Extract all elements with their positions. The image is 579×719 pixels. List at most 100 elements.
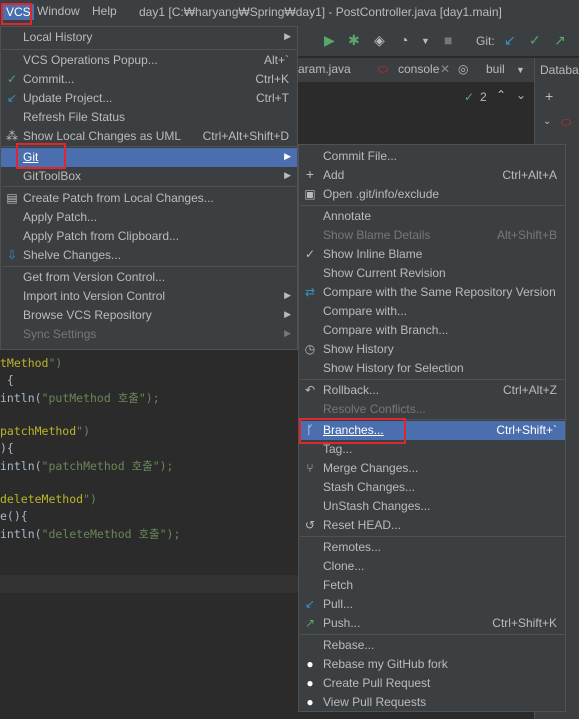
menu-item-shortcut: Ctrl+Shift+` bbox=[496, 423, 557, 437]
menu-separator bbox=[300, 536, 566, 537]
plus-icon: + bbox=[305, 166, 315, 182]
git-update-icon[interactable]: ↙ bbox=[504, 32, 516, 49]
next-highlight-icon[interactable]: ⌄ bbox=[516, 88, 526, 102]
menu-item-label: Browse VCS Repository bbox=[23, 308, 152, 322]
tab-build[interactable]: buil bbox=[486, 62, 505, 76]
menu-item-merge-changes[interactable]: ⑂ Merge Changes... bbox=[299, 459, 565, 478]
close-icon[interactable]: ✕ bbox=[440, 62, 450, 76]
menu-item-show-history-selection[interactable]: Show History for Selection bbox=[299, 359, 565, 378]
code-token: ") bbox=[76, 424, 91, 438]
patch-icon: ▤ bbox=[6, 191, 18, 205]
menu-item-show-current-revision[interactable]: Show Current Revision bbox=[299, 264, 565, 283]
menu-item-push[interactable]: ↗ Push... Ctrl+Shift+K bbox=[299, 614, 565, 633]
window-title: day1 [C:₩haryang₩Spring₩day1] - PostCont… bbox=[139, 5, 502, 19]
menu-separator bbox=[300, 634, 566, 635]
menu-item-import-into-vcs[interactable]: Import into Version Control ▶ bbox=[1, 287, 297, 306]
menu-item-create-pull-request[interactable]: ● Create Pull Request bbox=[299, 674, 565, 693]
submenu-arrow-icon: ▶ bbox=[284, 31, 291, 41]
menu-item-show-history[interactable]: ◷ Show History bbox=[299, 340, 565, 359]
console-tab-icon: ⬭ bbox=[378, 62, 389, 76]
database-panel-title[interactable]: Databa bbox=[540, 63, 579, 77]
menu-item-refresh-file-status[interactable]: Refresh File Status bbox=[1, 108, 297, 127]
menu-item-update-project[interactable]: ↙ Update Project... Ctrl+T bbox=[1, 89, 297, 108]
menu-item-show-inline-blame[interactable]: ✓ Show Inline Blame bbox=[299, 245, 565, 264]
menu-item-compare-with[interactable]: Compare with... bbox=[299, 302, 565, 321]
coverage-icon[interactable]: ◈ bbox=[374, 32, 385, 49]
toolbar: ▶ ✱ ◈ ◔ ▼ ■ Git: ↙ ✓ ↗ bbox=[298, 26, 579, 57]
editor-tabs: aram.java ⬭ console ✕ ◎ buil ▼ bbox=[298, 58, 534, 83]
expand-icon[interactable]: ⌄ bbox=[543, 116, 551, 127]
menu-item-label: Sync Settings bbox=[23, 327, 97, 341]
menu-item-unstash-changes[interactable]: UnStash Changes... bbox=[299, 497, 565, 516]
menu-item-shortcut: Ctrl+Alt+Shift+D bbox=[202, 129, 289, 143]
menu-item-shortcut: Ctrl+Alt+Z bbox=[502, 383, 557, 397]
menu-item-sync-settings: Sync Settings ▶ bbox=[1, 325, 297, 344]
menu-item-label: Shelve Changes... bbox=[23, 248, 122, 262]
menu-item-label: Merge Changes... bbox=[323, 461, 419, 475]
menu-item-create-patch[interactable]: ▤ Create Patch from Local Changes... bbox=[1, 189, 297, 208]
menu-item-rollback[interactable]: ↶ Rollback... Ctrl+Alt+Z bbox=[299, 381, 565, 400]
menu-item-rebase-github-fork[interactable]: ● Rebase my GitHub fork bbox=[299, 655, 565, 674]
check-icon: ✓ bbox=[304, 247, 316, 261]
menu-item-get-from-vcs[interactable]: Get from Version Control... bbox=[1, 268, 297, 287]
submenu-arrow-icon: ▶ bbox=[284, 328, 291, 338]
code-token: "deleteMethod 호출"); bbox=[41, 527, 181, 541]
clock-icon: ◷ bbox=[304, 342, 316, 356]
menu-item-label: Compare with the Same Repository Version bbox=[323, 285, 556, 299]
menu-item-view-pull-requests[interactable]: ● View Pull Requests bbox=[299, 693, 565, 712]
menu-item-vcs-operations-popup[interactable]: VCS Operations Popup... Alt+` bbox=[1, 51, 297, 70]
menu-item-compare-with-branch[interactable]: Compare with Branch... bbox=[299, 321, 565, 340]
menu-item-rebase[interactable]: Rebase... bbox=[299, 636, 565, 655]
menu-separator bbox=[2, 49, 298, 50]
menu-item-label: GitToolBox bbox=[23, 169, 82, 183]
rollback-icon: ↶ bbox=[304, 383, 316, 397]
git-commit-icon[interactable]: ✓ bbox=[529, 32, 541, 49]
menu-item-clone[interactable]: Clone... bbox=[299, 557, 565, 576]
menu-item-fetch[interactable]: Fetch bbox=[299, 576, 565, 595]
menu-item-show-blame-details: Show Blame Details Alt+Shift+B bbox=[299, 226, 565, 245]
menu-item-label: Compare with Branch... bbox=[323, 323, 449, 337]
menu-item-compare-same-repo[interactable]: ⇄ Compare with the Same Repository Versi… bbox=[299, 283, 565, 302]
menu-item-annotate[interactable]: Annotate bbox=[299, 207, 565, 226]
menu-item-label: Show Local Changes as UML bbox=[23, 129, 182, 143]
menu-item-commit-file[interactable]: Commit File... bbox=[299, 147, 565, 166]
debug-icon[interactable]: ✱ bbox=[348, 32, 360, 49]
tab-console[interactable]: console bbox=[398, 62, 439, 76]
menu-item-local-history[interactable]: Local History ▶ bbox=[1, 28, 297, 47]
tabs-dropdown-icon[interactable]: ▼ bbox=[516, 65, 525, 75]
menu-item-browse-vcs-repository[interactable]: Browse VCS Repository ▶ bbox=[1, 306, 297, 325]
menu-item-shortcut: Ctrl+Alt+A bbox=[502, 168, 557, 182]
menu-item-label: Show Blame Details bbox=[323, 228, 431, 242]
menu-item-stash-changes[interactable]: Stash Changes... bbox=[299, 478, 565, 497]
menu-separator bbox=[2, 266, 298, 267]
stop-icon[interactable]: ■ bbox=[444, 32, 452, 48]
code-token: e(){ bbox=[0, 509, 28, 523]
run-icon[interactable]: ▶ bbox=[324, 32, 335, 49]
menu-item-apply-patch[interactable]: Apply Patch... bbox=[1, 208, 297, 227]
menu-item-open-git-exclude[interactable]: ▣ Open .git/info/exclude bbox=[299, 185, 565, 204]
menu-item-commit[interactable]: ✓ Commit... Ctrl+K bbox=[1, 70, 297, 89]
uml-icon: ⁂ bbox=[6, 129, 18, 143]
menu-item-reset-head[interactable]: ↺ Reset HEAD... bbox=[299, 516, 565, 535]
profile-icon[interactable]: ◔ bbox=[400, 32, 408, 48]
tab-aram-java[interactable]: aram.java bbox=[298, 62, 351, 76]
chevron-down-icon[interactable]: ▼ bbox=[421, 36, 430, 46]
highlight-git bbox=[16, 143, 66, 169]
menu-item-label: Stash Changes... bbox=[323, 480, 416, 494]
menu-item-add[interactable]: + Add Ctrl+Alt+A bbox=[299, 166, 565, 185]
code-token: patchMethod bbox=[0, 424, 77, 438]
git-push-icon[interactable]: ↗ bbox=[554, 32, 566, 49]
menu-item-remotes[interactable]: Remotes... bbox=[299, 538, 565, 557]
menu-item-label: Rebase... bbox=[323, 638, 375, 652]
menu-window[interactable]: Window bbox=[37, 4, 80, 18]
menu-item-pull[interactable]: ↙ Pull... bbox=[299, 595, 565, 614]
previous-highlight-icon[interactable]: ⌃ bbox=[496, 88, 506, 102]
highlight-vcs bbox=[1, 3, 32, 25]
menu-item-shortcut: Ctrl+T bbox=[256, 91, 289, 105]
menu-help[interactable]: Help bbox=[92, 4, 117, 18]
menu-item-apply-patch-clipboard[interactable]: Apply Patch from Clipboard... bbox=[1, 227, 297, 246]
menu-item-shelve-changes[interactable]: ⇩ Shelve Changes... bbox=[1, 246, 297, 265]
add-icon[interactable]: + bbox=[545, 88, 553, 104]
menu-item-gittoolbox[interactable]: GitToolBox ▶ bbox=[1, 167, 297, 186]
code-token: intln( bbox=[0, 527, 42, 541]
